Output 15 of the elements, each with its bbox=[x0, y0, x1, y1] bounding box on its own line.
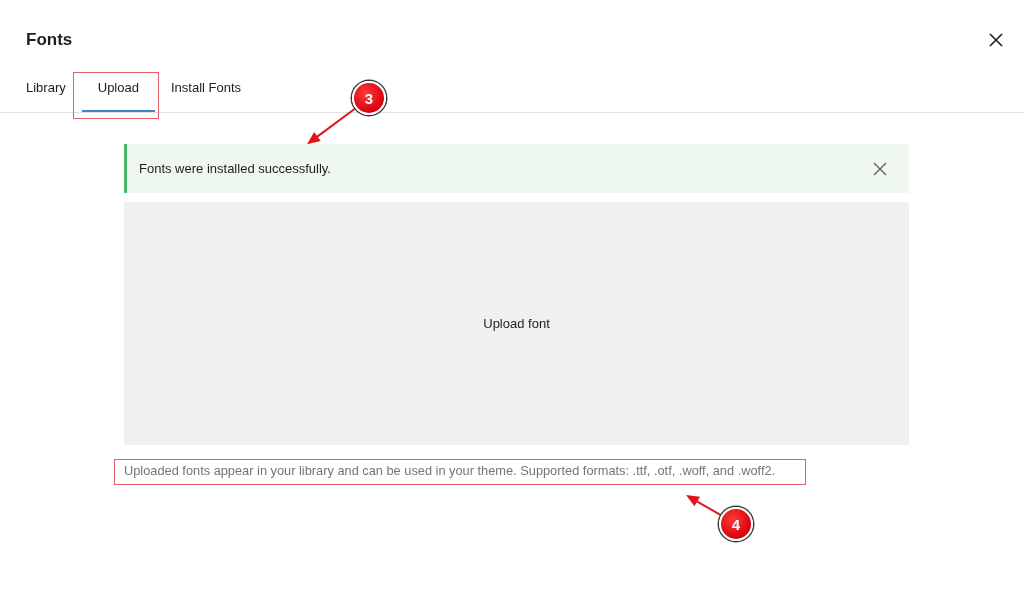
tab[interactable]: Upload bbox=[81, 68, 155, 112]
tab[interactable]: Install Fonts bbox=[154, 68, 258, 112]
arrow bbox=[307, 107, 356, 144]
tab[interactable]: Library bbox=[10, 68, 82, 112]
arrow bbox=[686, 495, 722, 516]
close-button[interactable] bbox=[989, 33, 1003, 47]
dialog-title: Fonts bbox=[26, 30, 73, 50]
notice-text: Fonts were installed successfully. bbox=[139, 160, 332, 177]
close-icon bbox=[989, 33, 1003, 47]
help-text: Uploaded fonts appear in your library and can be used in your theme. Supported formats: .ttf, .otf, .woff, and .woff2. bbox=[124, 463, 776, 479]
callout-badge: 4 bbox=[719, 507, 753, 541]
close-icon bbox=[873, 161, 887, 176]
callout-badge: 3 bbox=[352, 81, 386, 115]
dismiss-button[interactable] bbox=[873, 161, 887, 176]
upload-dropzone[interactable]: Upload font bbox=[124, 202, 909, 445]
